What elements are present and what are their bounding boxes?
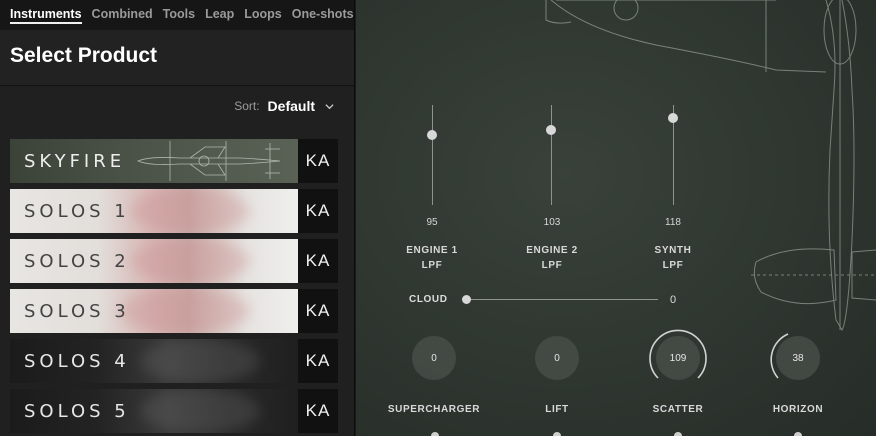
synth-lpf-fader[interactable] — [654, 105, 694, 205]
fader-track — [432, 105, 433, 205]
sort-row: Sort: Default — [0, 86, 354, 126]
engine-1-lpf-label: ENGINE 1 LPF — [382, 243, 482, 273]
fader-name: ENGINE 2 — [526, 245, 578, 256]
fader-handle[interactable] — [668, 113, 678, 123]
synth-lpf-label: SYNTH LPF — [623, 243, 723, 273]
smoke-decoration — [140, 339, 260, 383]
scroll-indicator — [794, 432, 802, 436]
page-title: Select Product — [10, 44, 158, 67]
scatter-knob[interactable]: 109 — [656, 336, 700, 380]
cloud-slider-track[interactable] — [466, 299, 658, 300]
tab-tools[interactable]: Tools — [163, 0, 205, 30]
ka-badge: KA — [298, 389, 338, 433]
supercharger-label: SUPERCHARGER — [387, 404, 481, 415]
sort-dropdown[interactable]: Default — [268, 98, 315, 114]
cloud-label: CLOUD — [409, 294, 448, 305]
engine-1-lpf-fader[interactable] — [413, 105, 453, 205]
ka-badge: KA — [298, 189, 338, 233]
scroll-indicator — [674, 432, 682, 436]
fader-sub: LPF — [421, 260, 443, 271]
engine-2-lpf-label: ENGINE 2 LPF — [502, 243, 602, 273]
fader-handle[interactable] — [427, 130, 437, 140]
fader-sub: LPF — [662, 260, 684, 271]
product-banner[interactable]: SOLOS 1 — [10, 189, 298, 233]
ka-badge: KA — [298, 239, 338, 283]
scroll-indicator — [431, 432, 439, 436]
synth-lpf-value: 118 — [665, 217, 681, 228]
product-browser-panel: Instruments Combined Tools Leap Loops On… — [0, 0, 355, 436]
knob-value: 0 — [554, 352, 560, 364]
fader-sub: LPF — [541, 260, 563, 271]
knob-value: 0 — [431, 352, 437, 364]
lift-label: LIFT — [545, 404, 569, 415]
category-tabs: Instruments Combined Tools Leap Loops On… — [0, 0, 354, 30]
product-name: SOLOS 3 — [24, 300, 130, 322]
sort-label: Sort: — [234, 99, 260, 113]
knob-value: 109 — [669, 352, 687, 364]
scroll-indicator — [553, 432, 561, 436]
product-solos-2[interactable]: SOLOS 2 KA — [10, 239, 338, 283]
title-bar: Select Product — [0, 30, 354, 86]
knob-value: 38 — [792, 352, 804, 364]
engine-2-lpf-fader[interactable] — [532, 105, 572, 205]
tab-loops[interactable]: Loops — [244, 0, 292, 30]
ka-badge: KA — [298, 139, 338, 183]
scatter-label: SCATTER — [652, 404, 704, 415]
instrument-panel: 95 ENGINE 1 LPF 103 ENGINE 2 LPF 118 SYN… — [356, 0, 876, 436]
fader-handle[interactable] — [546, 125, 556, 135]
product-name: SOLOS 4 — [24, 350, 130, 372]
product-solos-1[interactable]: SOLOS 1 KA — [10, 189, 338, 233]
supercharger-knob[interactable]: 0 — [412, 336, 456, 380]
product-name: SOLOS 5 — [24, 400, 130, 422]
smoke-decoration — [140, 389, 260, 433]
product-banner[interactable]: SOLOS 3 — [10, 289, 298, 333]
tab-instruments[interactable]: Instruments — [10, 0, 92, 30]
fader-name: ENGINE 1 — [406, 245, 458, 256]
cloud-slider-handle[interactable] — [462, 295, 471, 304]
product-name: SOLOS 2 — [24, 250, 130, 272]
product-name: SOLOS 1 — [24, 200, 130, 222]
cloud-value: 0 — [670, 294, 677, 306]
horizon-knob[interactable]: 38 — [776, 336, 820, 380]
product-list: SKYFIRE KA SOLOS 1 KA SOLOS 2 KA SOLOS 3 — [10, 139, 338, 436]
ka-badge: KA — [298, 339, 338, 383]
product-solos-5[interactable]: SOLOS 5 KA — [10, 389, 338, 433]
smoke-decoration — [130, 189, 250, 233]
chevron-down-icon[interactable] — [325, 102, 334, 111]
product-solos-4[interactable]: SOLOS 4 KA — [10, 339, 338, 383]
product-banner[interactable]: SOLOS 4 — [10, 339, 298, 383]
product-banner[interactable]: SOLOS 2 — [10, 239, 298, 283]
product-skyfire[interactable]: SKYFIRE KA — [10, 139, 338, 183]
engine-1-lpf-value: 95 — [426, 217, 438, 228]
engine-2-lpf-value: 103 — [543, 217, 561, 228]
fader-track — [551, 105, 552, 205]
plane-blueprint-icon — [136, 141, 281, 181]
ka-badge: KA — [298, 289, 338, 333]
tab-combined[interactable]: Combined — [92, 0, 163, 30]
fader-name: SYNTH — [654, 245, 692, 256]
smoke-decoration — [120, 289, 250, 333]
product-solos-3[interactable]: SOLOS 3 KA — [10, 289, 338, 333]
product-banner[interactable]: SOLOS 5 — [10, 389, 298, 433]
tab-leap[interactable]: Leap — [205, 0, 244, 30]
tab-one-shots[interactable]: One-shots — [292, 0, 364, 30]
lift-knob[interactable]: 0 — [535, 336, 579, 380]
product-name: SKYFIRE — [24, 150, 126, 172]
smoke-decoration — [130, 239, 250, 283]
horizon-label: HORIZON — [772, 404, 824, 415]
product-banner[interactable]: SKYFIRE — [10, 139, 298, 183]
